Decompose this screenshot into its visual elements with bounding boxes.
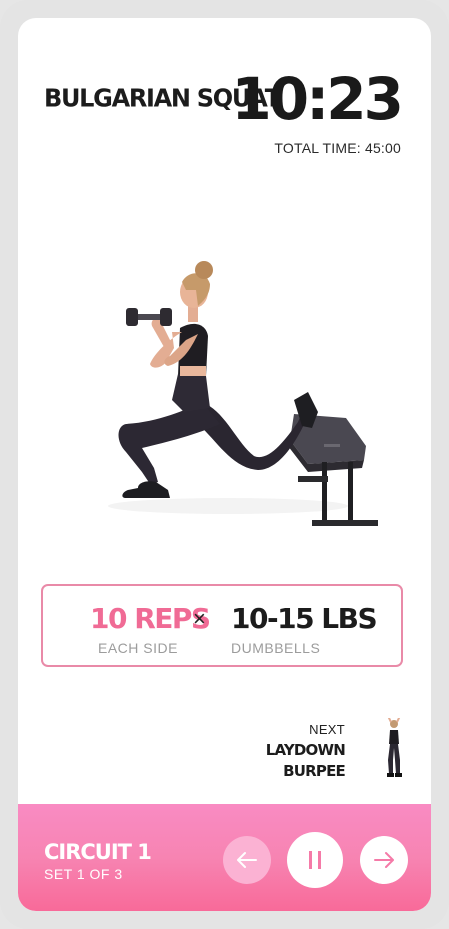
weight-equipment: DUMBBELLS [231, 640, 321, 656]
reps-each-side: EACH SIDE [98, 640, 178, 656]
arrow-left-icon [237, 852, 257, 868]
reps-card: 10 REPS EACH SIDE × 10-15 LBS DUMBBELLS [41, 584, 403, 667]
next-name-line2: BURPEE [283, 762, 346, 780]
device-frame: BULGARIAN SQUAT 10:23 TOTAL TIME: 45:00 [0, 0, 449, 929]
circuit-label: CIRCUIT 1 [44, 840, 152, 864]
reps-count: 10 REPS [90, 602, 211, 635]
next-button[interactable] [360, 836, 408, 884]
next-exercise-thumbnail[interactable] [385, 718, 403, 778]
next-label: NEXT [309, 722, 345, 737]
arrow-right-icon [374, 852, 394, 868]
total-time-label: TOTAL TIME: 45:00 [274, 140, 401, 156]
next-exercise-name[interactable]: LAYDOWN BURPEE [225, 740, 346, 782]
weight-value: 10-15 LBS [231, 602, 378, 635]
previous-button[interactable] [223, 836, 271, 884]
set-label: SET 1 OF 3 [44, 866, 123, 882]
workout-screen: BULGARIAN SQUAT 10:23 TOTAL TIME: 45:00 [18, 18, 431, 911]
exercise-illustration [108, 261, 378, 526]
countdown-timer: 10:23 [231, 65, 404, 133]
next-name-line1: LAYDOWN [265, 741, 346, 759]
pause-button[interactable] [287, 832, 343, 888]
control-bar: CIRCUIT 1 SET 1 OF 3 [18, 804, 431, 911]
pause-icon [309, 851, 321, 869]
times-icon: × [193, 606, 206, 631]
